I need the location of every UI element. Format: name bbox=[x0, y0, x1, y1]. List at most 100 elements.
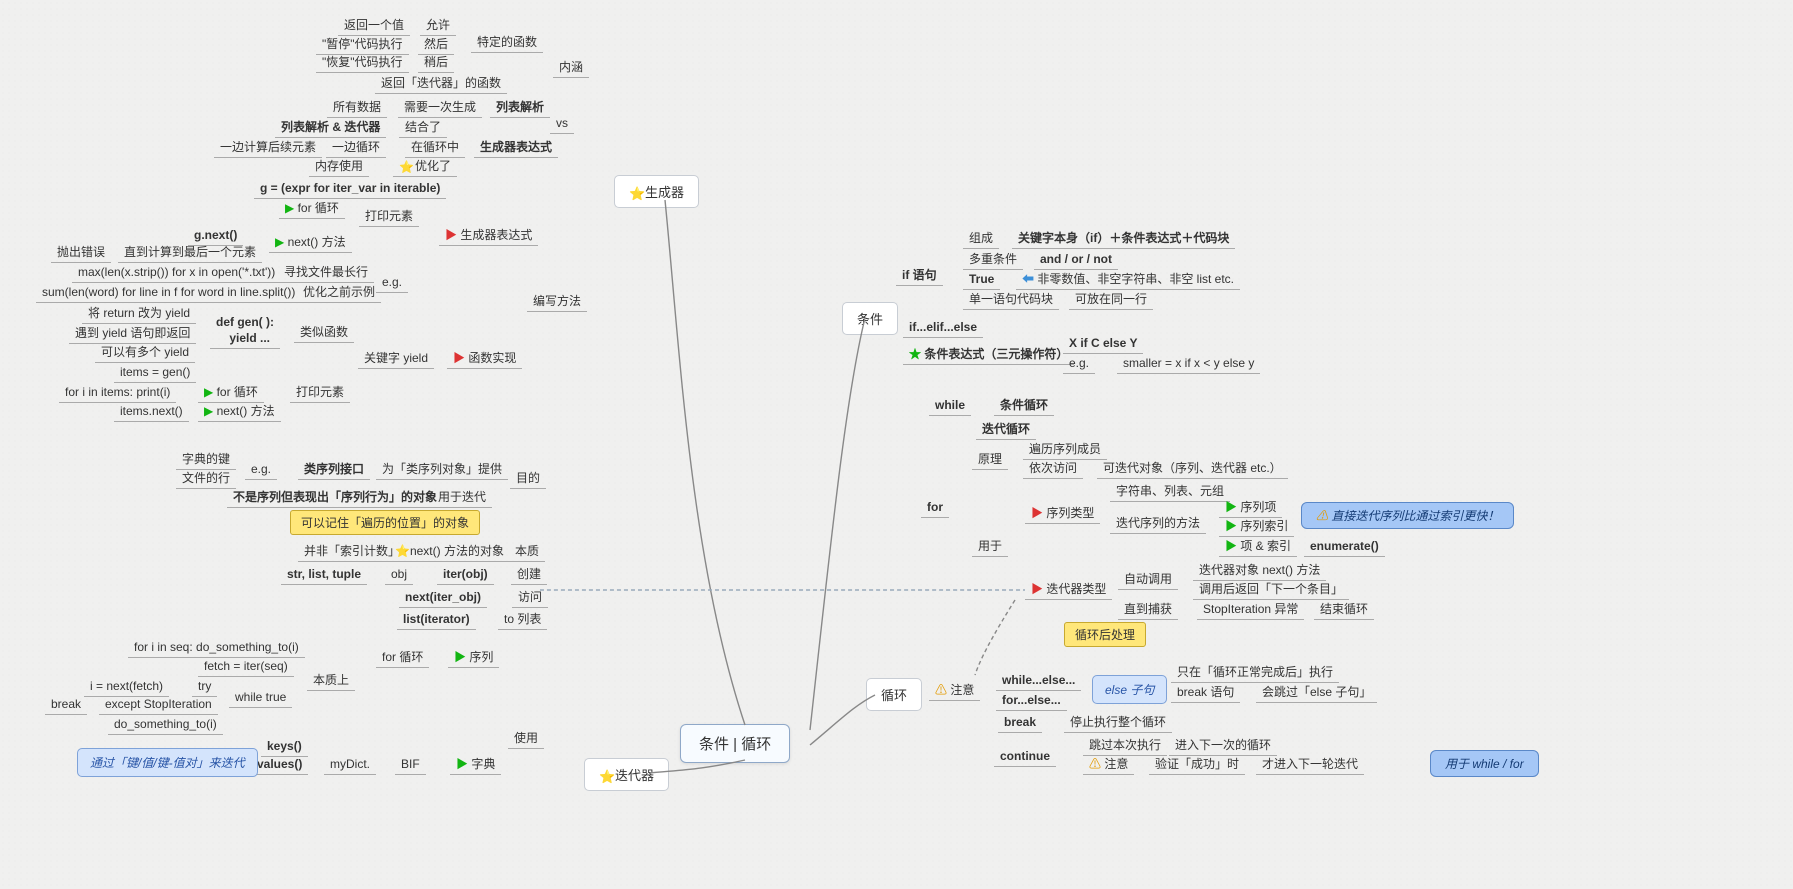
n[interactable]: 打印元素 bbox=[290, 382, 350, 403]
n[interactable]: and / or / not bbox=[1034, 249, 1118, 270]
n[interactable]: 使用 bbox=[508, 728, 544, 749]
n[interactable]: for 循环 bbox=[376, 647, 429, 668]
hl-remember[interactable]: 可以记住「遍历的位置」的对象 bbox=[290, 510, 480, 535]
n[interactable]: 直到计算到最后一个元素 bbox=[118, 242, 262, 263]
n[interactable]: 文件的行 bbox=[176, 468, 236, 489]
n[interactable]: 打印元素 bbox=[359, 206, 419, 227]
n[interactable]: 允许 bbox=[420, 15, 456, 36]
n[interactable]: 字符串、列表、元组 bbox=[1110, 481, 1230, 502]
n[interactable]: 本质上 bbox=[307, 670, 355, 691]
n[interactable]: 迭代器对象 next() 方法 bbox=[1193, 560, 1326, 581]
n[interactable]: 自动调用 bbox=[1118, 569, 1178, 590]
n[interactable]: next(iter_obj) bbox=[399, 587, 487, 608]
n[interactable]: ▶ 字典 bbox=[450, 754, 501, 775]
n[interactable]: for i in items: print(i) bbox=[59, 382, 176, 403]
n[interactable]: items.next() bbox=[114, 401, 189, 422]
n[interactable]: 寻找文件最长行 bbox=[278, 262, 374, 283]
n[interactable]: 多重条件 bbox=[963, 249, 1023, 270]
n[interactable]: values() bbox=[251, 754, 308, 775]
n[interactable]: ▶ for 循环 bbox=[279, 198, 345, 219]
n[interactable]: 迭代循环 bbox=[976, 419, 1036, 440]
n[interactable]: 原理 bbox=[972, 449, 1008, 470]
n[interactable]: 内涵 bbox=[553, 57, 589, 78]
n[interactable]: ★ 条件表达式（三元操作符） bbox=[903, 344, 1074, 365]
n[interactable]: sum(len(word) for line in f for word in … bbox=[36, 282, 301, 303]
node-iterator[interactable]: ⭐迭代器 bbox=[584, 758, 669, 791]
n[interactable]: 结束循环 bbox=[1314, 599, 1374, 620]
node-loop[interactable]: 循环 bbox=[866, 678, 922, 711]
n[interactable]: ▶ next() 方法 bbox=[198, 401, 281, 422]
n[interactable]: continue bbox=[994, 746, 1056, 767]
n[interactable]: ▶ 序列 bbox=[448, 647, 499, 668]
n[interactable]: ▶ 迭代器类型 bbox=[1025, 579, 1112, 600]
n[interactable]: list(iterator) bbox=[397, 609, 476, 630]
n[interactable]: 列表解析 & 迭代器 bbox=[275, 117, 386, 138]
n[interactable]: 关键字 yield bbox=[358, 348, 434, 369]
n[interactable]: e.g. bbox=[245, 459, 277, 480]
n[interactable]: myDict. bbox=[324, 754, 376, 775]
n[interactable]: 一边计算后续元素 bbox=[214, 137, 322, 158]
n[interactable]: X if C else Y bbox=[1063, 333, 1143, 354]
node-condition[interactable]: 条件 bbox=[842, 302, 898, 335]
n[interactable]: 只在「循环正常完成后」执行 bbox=[1171, 662, 1339, 683]
n[interactable]: do_something_to(i) bbox=[108, 714, 223, 735]
n[interactable]: fetch = iter(seq) bbox=[198, 656, 294, 677]
n[interactable]: ⬅ 非零数值、非空字符串、非空 list etc. bbox=[1016, 269, 1240, 290]
n[interactable]: 列表解析 bbox=[490, 97, 550, 118]
n[interactable]: ▶ 项 & 索引 bbox=[1219, 536, 1297, 557]
n[interactable]: 字典的键 bbox=[176, 449, 236, 470]
n[interactable]: ▶ next() 方法 bbox=[269, 232, 352, 253]
n[interactable]: 遍历序列成员 bbox=[1023, 439, 1107, 460]
n[interactable]: while true bbox=[229, 687, 292, 708]
n[interactable]: for i in seq: do_something_to(i) bbox=[128, 637, 305, 658]
n[interactable]: 可迭代对象（序列、迭代器 etc.） bbox=[1097, 458, 1288, 479]
n[interactable]: if 语句 bbox=[896, 265, 943, 286]
n[interactable]: 内存使用 bbox=[309, 156, 369, 177]
n[interactable]: ⚠ 注意 bbox=[929, 680, 980, 701]
n[interactable]: ▶ 序列索引 bbox=[1219, 516, 1294, 537]
n[interactable]: break bbox=[45, 694, 87, 715]
n[interactable]: 需要一次生成 bbox=[398, 97, 482, 118]
n[interactable]: ⭐优化了 bbox=[393, 156, 457, 177]
n[interactable]: enumerate() bbox=[1304, 536, 1385, 557]
n[interactable]: 结合了 bbox=[399, 117, 447, 138]
n[interactable]: 将 return 改为 yield bbox=[82, 303, 196, 324]
n[interactable]: ▶ 函数实现 bbox=[447, 348, 522, 369]
n[interactable]: items = gen() bbox=[114, 362, 196, 383]
tip-whilefor[interactable]: 用于 while / for bbox=[1430, 750, 1539, 777]
n[interactable]: 会跳过「else 子句」 bbox=[1256, 682, 1377, 703]
n[interactable]: 用于迭代 bbox=[432, 487, 492, 508]
n[interactable]: 所有数据 bbox=[327, 97, 387, 118]
n[interactable]: for...else... bbox=[996, 690, 1067, 711]
else-clause[interactable]: else 子句 bbox=[1092, 675, 1167, 704]
n[interactable]: while bbox=[929, 395, 971, 416]
n[interactable]: 组成 bbox=[963, 228, 999, 249]
n[interactable]: BIF bbox=[395, 754, 426, 775]
n[interactable]: iter(obj) bbox=[437, 564, 494, 585]
n[interactable]: for bbox=[921, 497, 949, 518]
n[interactable]: while...else... bbox=[996, 670, 1081, 691]
n[interactable]: ▶ 序列类型 bbox=[1025, 503, 1100, 524]
tip-iter[interactable]: 通过「键/值/键-值对」来迭代 bbox=[77, 748, 258, 777]
n[interactable]: True bbox=[963, 269, 1000, 290]
n[interactable]: ⚠ 注意 bbox=[1083, 754, 1134, 775]
n[interactable]: 不是序列但表现出「序列行为」的对象 bbox=[227, 487, 443, 508]
n[interactable]: 编写方法 bbox=[527, 291, 587, 312]
n[interactable]: 可放在同一行 bbox=[1069, 289, 1153, 310]
n[interactable]: break 语句 bbox=[1171, 682, 1240, 703]
n[interactable]: 用于 bbox=[972, 536, 1008, 557]
n[interactable]: "恢复"代码执行 bbox=[316, 52, 409, 73]
n[interactable]: 访问 bbox=[512, 587, 548, 608]
n[interactable]: ▶ 生成器表达式 bbox=[439, 225, 538, 246]
root-node[interactable]: 条件 | 循环 bbox=[680, 724, 790, 763]
n[interactable]: e.g. bbox=[1063, 353, 1095, 374]
n[interactable]: 迭代序列的方法 bbox=[1110, 513, 1206, 534]
n[interactable]: 目的 bbox=[510, 468, 546, 489]
n[interactable]: ▶ 序列项 bbox=[1219, 497, 1282, 518]
n[interactable]: 返回一个值 bbox=[338, 15, 410, 36]
n[interactable]: 类似函数 bbox=[294, 322, 354, 343]
n[interactable]: 关键字本身（if）＋条件表达式＋代码块 bbox=[1012, 228, 1235, 249]
n[interactable]: smaller = x if x < y else y bbox=[1117, 353, 1260, 374]
n[interactable]: if...elif...else bbox=[903, 317, 983, 338]
n[interactable]: 本质 bbox=[509, 541, 545, 562]
